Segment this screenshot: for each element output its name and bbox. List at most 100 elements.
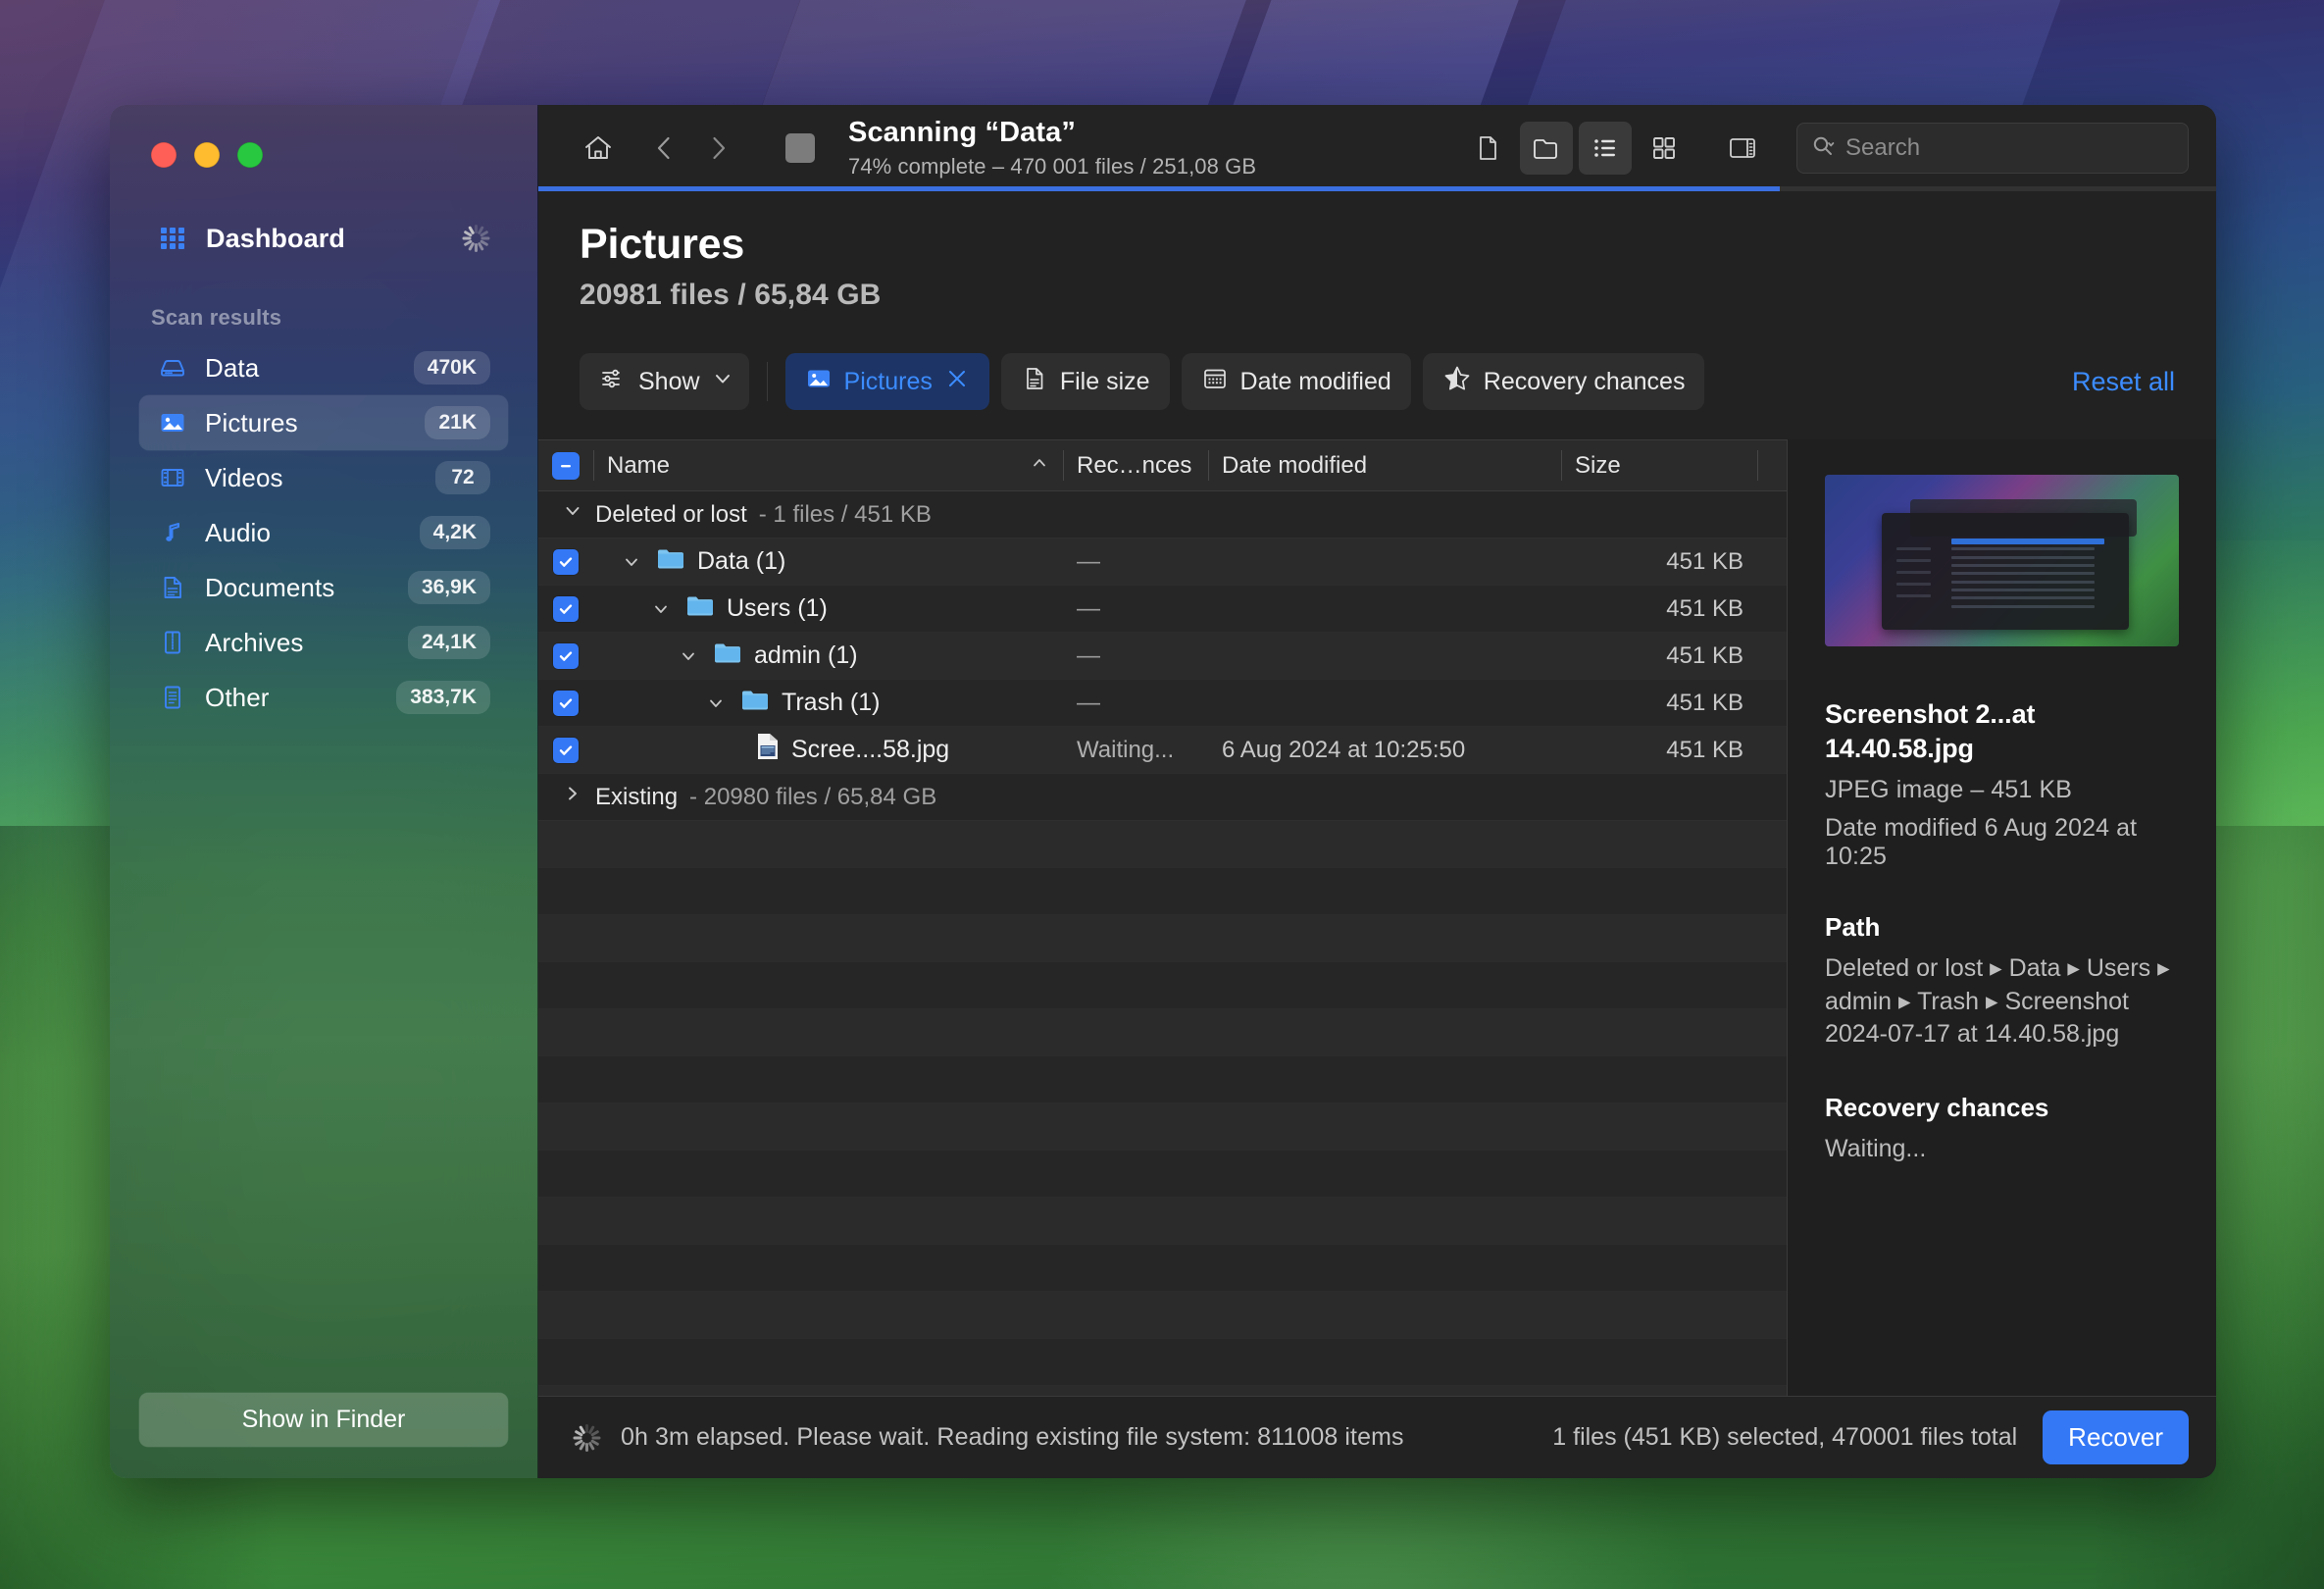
filter-chip-label: Pictures [843,367,933,395]
row-tail [1757,538,1787,585]
stop-scan-button[interactable] [785,133,815,163]
chevron-down-icon[interactable] [703,693,729,713]
reset-all-button[interactable]: Reset all [2072,367,2175,397]
traffic-lights [110,105,537,168]
calendar-icon [1201,365,1229,399]
sidebar-item-videos[interactable]: Videos 72 [139,450,508,505]
show-filter-button[interactable]: Show [580,353,749,410]
select-all-checkbox[interactable] [538,440,593,490]
detail-panel: Screenshot 2...at 14.40.58.jpg JPEG imag… [1787,439,2216,1396]
row-name-text: Scree....58.jpg [791,736,950,763]
row-checkbox[interactable] [538,633,593,679]
sidebar-item-audio[interactable]: Audio 4,2K [139,505,508,560]
selection-summary: 1 files (451 KB) selected, 470001 files … [1552,1423,2018,1451]
sidebar-item-dashboard[interactable]: Dashboard [139,213,508,264]
row-name-text: Trash (1) [782,689,881,716]
filter-chip-label: Recovery chances [1483,367,1686,395]
empty-row [538,868,1787,915]
maximize-button[interactable] [237,142,263,168]
image-file-icon [756,732,780,768]
list-icon[interactable] [1579,122,1632,175]
disk-icon [157,352,188,384]
group-row-existing[interactable]: Existing - 20980 files / 65,84 GB [538,774,1787,821]
row-name-cell: admin (1) [593,633,1063,679]
row-checkbox[interactable] [538,586,593,632]
group-meta: - 20980 files / 65,84 GB [689,783,937,810]
home-icon[interactable] [572,122,625,175]
column-header-recovery[interactable]: Rec…nces [1063,440,1208,490]
row-size-cell: 451 KB [1666,736,1743,763]
empty-row [538,1103,1787,1151]
table-body[interactable]: Deleted or lost - 1 files / 451 KB Data … [538,491,1787,1396]
column-header-size[interactable]: Size [1561,440,1757,490]
search-input[interactable]: Search [1796,123,2189,174]
table-row[interactable]: Scree....58.jpg Waiting... 6 Aug 2024 at… [538,727,1787,774]
content-area: Name Rec…nces Date modified Size Deleted… [538,439,2216,1396]
filter-chip-recovery-chances[interactable]: Recovery chances [1422,353,1705,410]
folder-icon [656,545,685,578]
detail-date-modified: Date modified 6 Aug 2024 at 10:25 [1825,814,2138,871]
sidebar-item-label: Other [205,682,270,712]
row-name-cell: Trash (1) [593,680,1063,726]
sidebar-item-data[interactable]: Data 470K [139,340,508,395]
sidebar-item-other[interactable]: Other 383,7K [139,670,508,725]
group-row-deleted-or-lost[interactable]: Deleted or lost - 1 files / 451 KB [538,491,1787,538]
grid-view-icon[interactable] [1638,122,1691,175]
minimize-button[interactable] [194,142,220,168]
column-header-name[interactable]: Name [593,440,1063,490]
toolbar: Scanning “Data” 74% complete – 470 001 f… [538,105,2216,191]
sidebar-dashboard-label: Dashboard [206,223,345,253]
thumbnail-window-front [1881,512,2130,630]
sidebar-item-pictures[interactable]: Pictures 21K [139,395,508,450]
sidebar-item-documents[interactable]: Documents 36,9K [139,560,508,615]
checkbox-checked-icon [553,737,579,763]
row-name-cell: Scree....58.jpg [593,727,1063,773]
music-icon [157,517,188,548]
filter-chip-label: Date modified [1239,367,1391,395]
show-in-finder-button[interactable]: Show in Finder [139,1393,508,1447]
table-row[interactable]: Data (1) — 451 KB [538,538,1787,586]
row-checkbox[interactable] [538,727,593,773]
table-row[interactable]: Trash (1) — 451 KB [538,680,1787,727]
recover-button[interactable]: Recover [2043,1410,2189,1464]
chevron-up-icon [1030,453,1049,479]
filter-chip-pictures[interactable]: Pictures [784,353,989,410]
table-header: Name Rec…nces Date modified Size [538,440,1787,491]
scan-progress-bar [538,186,2216,191]
chevron-down-icon[interactable] [676,646,701,666]
filter-chip-date-modified[interactable]: Date modified [1181,353,1411,410]
scan-title: Scanning “Data” [848,117,1076,149]
chevron-right-icon[interactable] [691,122,744,175]
column-header-date[interactable]: Date modified [1208,440,1561,490]
sidebar-item-archives[interactable]: Archives 24,1K [139,615,508,670]
other-icon [157,682,188,713]
file-icon[interactable] [1461,122,1514,175]
close-button[interactable] [151,142,177,168]
sidebar-right-icon[interactable] [1716,122,1769,175]
column-header-tail [1757,440,1787,490]
sidebar-item-badge: 21K [425,406,490,439]
close-icon[interactable] [944,366,970,398]
empty-row [538,1386,1787,1396]
row-tail [1757,727,1787,773]
spinner-icon [461,224,490,253]
status-message: 0h 3m elapsed. Please wait. Reading exis… [621,1423,1404,1451]
sidebar: Dashboard Scan results Data 470K Picture… [110,105,538,1478]
chevron-down-icon[interactable] [619,552,644,572]
chevron-down-icon[interactable] [562,500,583,529]
sidebar-item-label: Data [205,352,260,383]
row-checkbox[interactable] [538,538,593,585]
column-label: Name [607,451,671,479]
chevron-left-icon[interactable] [638,122,691,175]
folder-icon[interactable] [1520,122,1573,175]
row-checkbox[interactable] [538,680,593,726]
checkbox-checked-icon [553,690,579,716]
chevron-down-icon[interactable] [648,599,674,619]
film-icon [157,462,188,493]
chevron-right-icon[interactable] [562,783,583,811]
sidebar-item-label: Audio [205,517,271,547]
chevron-down-icon [712,368,733,396]
table-row[interactable]: Users (1) — 451 KB [538,586,1787,633]
filter-chip-file-size[interactable]: File size [1000,353,1170,410]
table-row[interactable]: admin (1) — 451 KB [538,633,1787,680]
